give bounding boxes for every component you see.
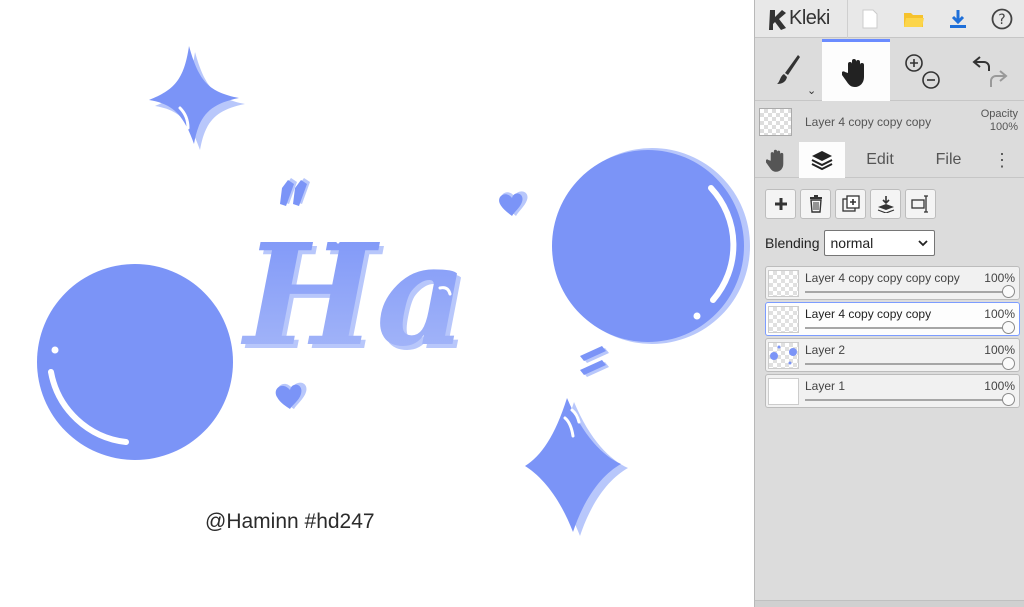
blending-row: Blending normal [765, 230, 935, 256]
layer-opacity-slider[interactable] [805, 321, 1015, 334]
add-layer-button[interactable] [765, 189, 796, 219]
blending-label: Blending [765, 235, 820, 251]
heart-left [275, 382, 307, 409]
layer-opacity-slider[interactable] [805, 285, 1015, 298]
bubble-right [552, 148, 750, 344]
drawing-canvas[interactable]: Ha Ha @Haminn #hd247 [0, 0, 755, 607]
layer-thumbnail [768, 306, 799, 333]
download-icon [950, 9, 966, 28]
layer-item[interactable]: Layer 4 copy copy copy copy 100% [765, 266, 1020, 300]
layer-item-selected[interactable]: Layer 4 copy copy copy 100% [765, 302, 1020, 336]
new-image-icon [862, 9, 878, 28]
undo-redo-tool[interactable] [957, 39, 1024, 101]
download-button[interactable] [936, 0, 980, 38]
duplicate-layer-button[interactable] [835, 189, 866, 219]
bubble-left [37, 264, 233, 460]
layer-opacity-slider[interactable] [805, 393, 1015, 406]
zoom-in-out-icon [905, 54, 940, 89]
open-folder-icon [904, 12, 924, 27]
slider-knob[interactable] [1002, 321, 1015, 334]
layers-icon [811, 151, 833, 171]
quote-marks-top [280, 178, 310, 206]
panel-tabs: Edit File ⋮ [755, 142, 1024, 178]
open-image-button[interactable] [892, 0, 936, 38]
lettering-ha: Ha Ha [240, 214, 471, 382]
current-layer-opacity: Opacity 100% [981, 108, 1018, 134]
layer-name: Layer 2 [805, 343, 846, 357]
plus-icon [774, 198, 787, 210]
duplicate-icon [841, 195, 860, 212]
merge-down-icon [877, 196, 894, 213]
tab-file[interactable]: File [915, 142, 982, 178]
rename-icon [910, 195, 928, 213]
side-panel: Kleki ? ⌄ Layer 4 copy copy copy Opacity… [755, 0, 1024, 607]
layer-opacity: 100% [984, 379, 1015, 393]
new-image-button[interactable] [848, 0, 892, 38]
opacity-value: 100% [989, 121, 1018, 133]
hand-icon [766, 149, 784, 172]
bottom-bar [755, 600, 1024, 607]
more-options-icon[interactable]: ⋮ [982, 142, 1022, 178]
lettering-main: Ha [240, 214, 467, 378]
layer-thumbnail [768, 378, 799, 405]
hand-tool[interactable] [822, 39, 890, 101]
hand-icon [841, 58, 864, 87]
artwork: Ha Ha [37, 46, 750, 536]
heart-right [499, 191, 528, 216]
slider-knob[interactable] [1002, 393, 1015, 406]
layer-item[interactable]: Layer 1 100% [765, 374, 1020, 408]
layer-list: Layer 4 copy copy copy copy 100% Layer 4… [765, 266, 1020, 410]
kleki-logo-icon [769, 9, 786, 30]
layer-actions [765, 189, 936, 219]
blending-select[interactable]: normal [823, 230, 935, 256]
layer-name: Layer 4 copy copy copy copy [805, 271, 960, 285]
layer-opacity: 100% [984, 307, 1015, 321]
layer-thumbnail [768, 270, 799, 297]
layer-name: Layer 4 copy copy copy [805, 307, 932, 321]
tab-layers[interactable] [799, 142, 845, 178]
kleki-logo[interactable]: Kleki [755, 0, 848, 38]
layer-name: Layer 1 [805, 379, 846, 393]
top-bar: Kleki ? [755, 0, 1024, 38]
help-button[interactable]: ? [980, 0, 1024, 38]
signature-text: @Haminn #hd247 [205, 510, 375, 533]
delete-layer-button[interactable] [800, 189, 831, 219]
zoom-tool[interactable] [890, 39, 957, 101]
chevron-down-icon[interactable]: ⌄ [807, 84, 816, 97]
layer-opacity: 100% [984, 271, 1015, 285]
slider-knob[interactable] [1002, 357, 1015, 370]
current-layer-info: Layer 4 copy copy copy Opacity 100% [755, 102, 1024, 142]
layer-2-preview [770, 345, 797, 365]
svg-text:?: ? [998, 12, 1005, 28]
tab-edit[interactable]: Edit [845, 142, 915, 178]
layer-opacity-slider[interactable] [805, 357, 1015, 370]
chevron-down-icon [917, 239, 928, 246]
help-icon: ? [991, 8, 1013, 29]
layer-thumbnail [768, 342, 799, 369]
sparkle-top-left [149, 46, 245, 150]
tab-hand[interactable] [755, 142, 799, 178]
current-layer-thumbnail [759, 108, 792, 136]
opacity-label: Opacity [980, 108, 1018, 120]
blending-value: normal [830, 235, 874, 251]
sparkle-bottom [525, 398, 628, 536]
tool-bar: ⌄ [755, 39, 1024, 101]
layer-item[interactable]: Layer 2 100% [765, 338, 1020, 372]
undo-redo-icon [972, 56, 1008, 87]
slider-knob[interactable] [1002, 285, 1015, 298]
trash-icon [809, 195, 822, 213]
app-name: Kleki [789, 7, 830, 29]
layer-opacity: 100% [984, 343, 1015, 357]
merge-down-button[interactable] [870, 189, 901, 219]
brush-tool[interactable]: ⌄ [755, 39, 822, 101]
quote-marks-bottom [580, 346, 609, 377]
current-layer-name: Layer 4 copy copy copy [805, 115, 932, 129]
rename-layer-button[interactable] [905, 189, 936, 219]
brush-icon [776, 55, 800, 84]
